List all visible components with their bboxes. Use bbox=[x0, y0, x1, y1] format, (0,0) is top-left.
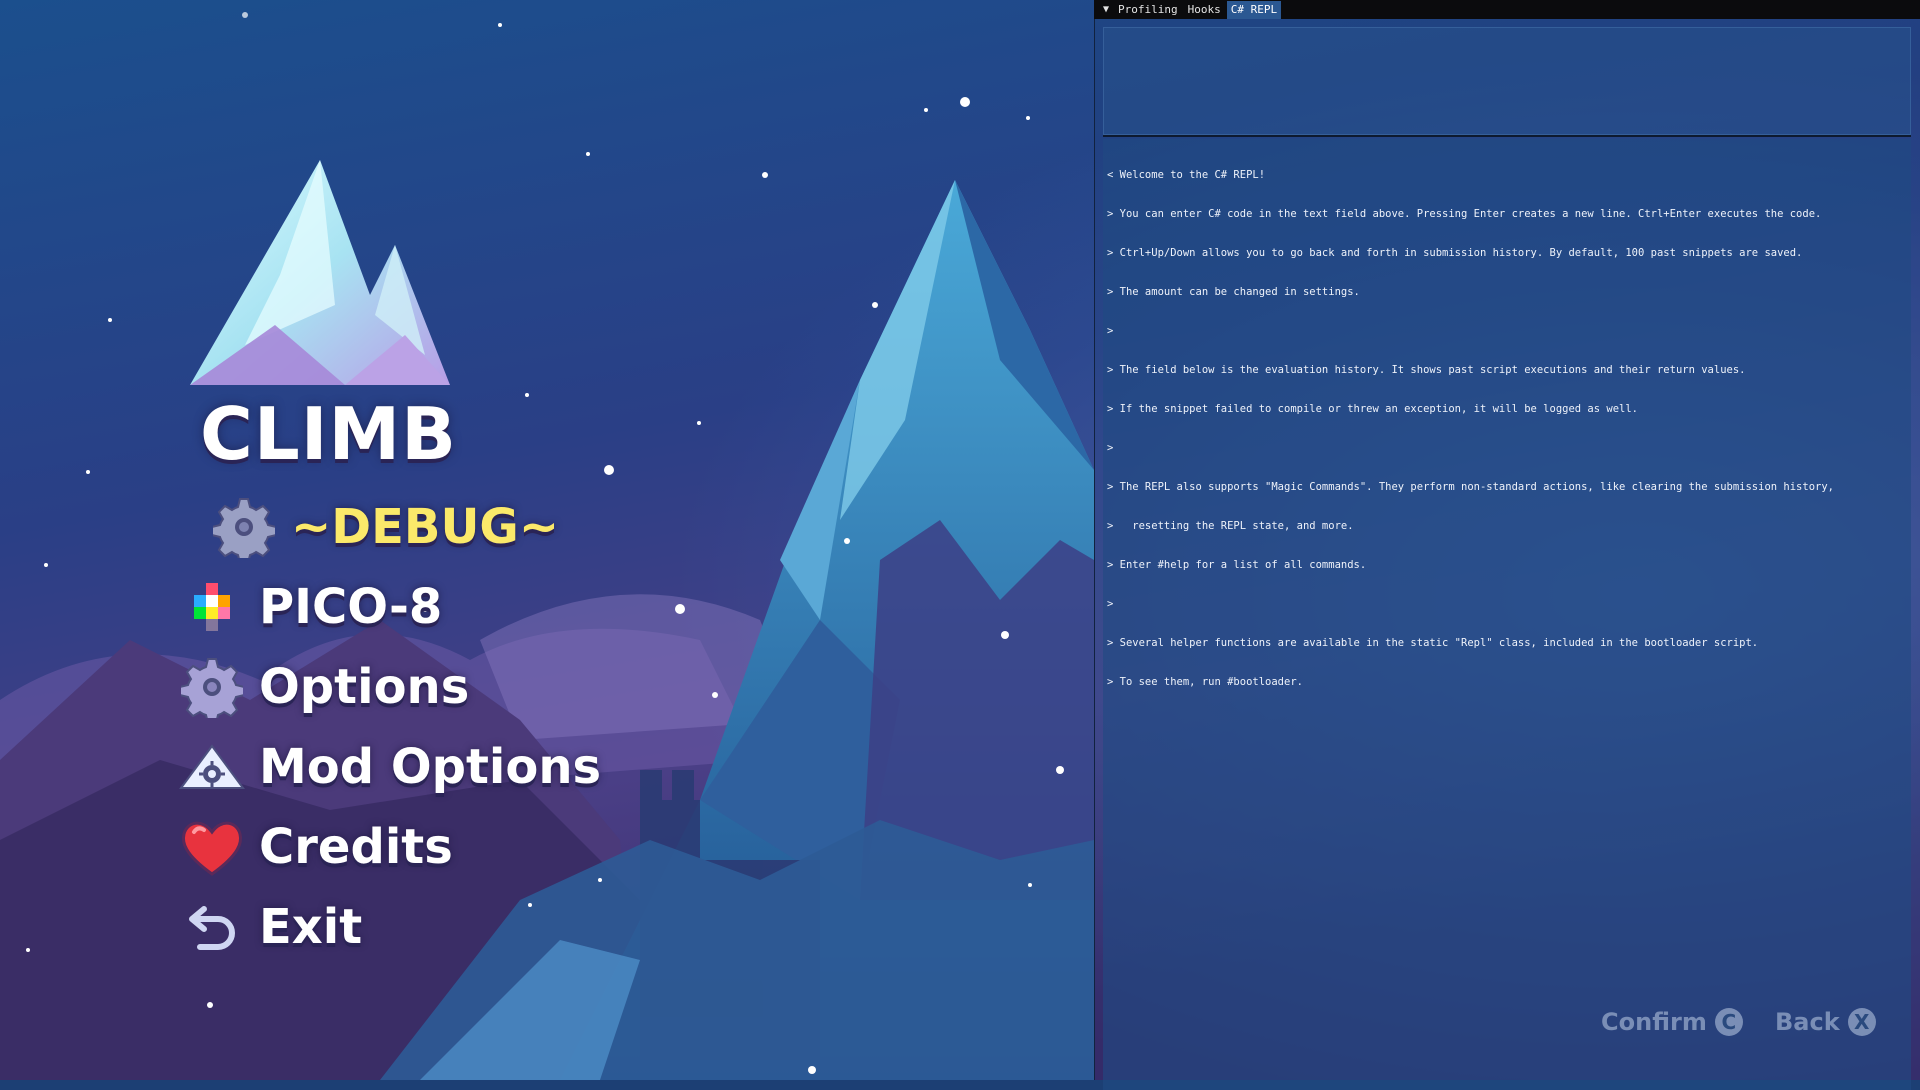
repl-evaluation-history[interactable]: < Welcome to the C# REPL! > You can ente… bbox=[1103, 139, 1911, 1090]
back-key-icon: X bbox=[1847, 1008, 1876, 1036]
menu-item-credits[interactable]: Credits bbox=[177, 812, 453, 882]
history-line: > bbox=[1107, 325, 1114, 337]
menu-item-debug[interactable]: ~DEBUG~ bbox=[209, 492, 559, 562]
history-line: > Ctrl+Up/Down allows you to go back and… bbox=[1107, 247, 1803, 259]
game-title: CLIMB bbox=[200, 392, 458, 476]
heart-icon bbox=[177, 812, 247, 882]
history-line: > If the snippet failed to compile or th… bbox=[1107, 403, 1639, 415]
gear-icon bbox=[209, 492, 279, 562]
menu-item-options[interactable]: Options bbox=[177, 652, 469, 722]
back-label: Back bbox=[1775, 1008, 1840, 1036]
menu-item-label: ~DEBUG~ bbox=[291, 499, 560, 555]
history-line: > The field below is the evaluation hist… bbox=[1107, 364, 1746, 376]
tab-profiling[interactable]: Profiling bbox=[1114, 1, 1182, 19]
mountain-gear-icon bbox=[177, 732, 247, 802]
confirm-prompt[interactable]: Confirm C bbox=[1601, 1008, 1743, 1036]
pico8-icon bbox=[177, 572, 247, 642]
tab-hooks[interactable]: Hooks bbox=[1184, 1, 1225, 19]
history-line: > bbox=[1107, 598, 1114, 610]
history-line: > Several helper functions are available… bbox=[1107, 637, 1759, 649]
menu-item-exit[interactable]: Exit bbox=[177, 892, 362, 962]
debug-tab-bar: ▼ Profiling Hooks C# REPL bbox=[1094, 0, 1920, 19]
repl-panel-body: < Welcome to the C# REPL! > You can ente… bbox=[1094, 19, 1920, 1090]
menu-item-mod-options[interactable]: Mod Options bbox=[177, 732, 601, 802]
menu-item-label: Exit bbox=[259, 899, 363, 955]
history-line: > bbox=[1107, 442, 1114, 454]
confirm-label: Confirm bbox=[1601, 1008, 1707, 1036]
repl-divider[interactable] bbox=[1103, 135, 1911, 137]
debug-panel: ▼ Profiling Hooks C# REPL < Welcome to t… bbox=[1094, 0, 1920, 1090]
history-line: > The amount can be changed in settings. bbox=[1107, 286, 1360, 298]
menu-item-label: PICO-8 bbox=[259, 579, 443, 635]
history-line: > Enter #help for a list of all commands… bbox=[1107, 559, 1367, 571]
history-line: < Welcome to the C# REPL! bbox=[1107, 169, 1266, 181]
confirm-key-icon: C bbox=[1714, 1008, 1743, 1036]
menu-item-label: Credits bbox=[259, 819, 453, 875]
climb-mountain-logo bbox=[190, 160, 450, 385]
repl-code-input[interactable] bbox=[1103, 27, 1911, 135]
history-line: > You can enter C# code in the text fiel… bbox=[1107, 208, 1822, 220]
gear-icon bbox=[177, 652, 247, 722]
history-line: > resetting the REPL state, and more. bbox=[1107, 520, 1354, 532]
menu-item-pico8[interactable]: PICO-8 bbox=[177, 572, 442, 642]
menu-item-label: Mod Options bbox=[259, 739, 602, 795]
back-prompt[interactable]: Back X bbox=[1775, 1008, 1876, 1036]
tab-csharp-repl[interactable]: C# REPL bbox=[1226, 0, 1282, 19]
history-line: > To see them, run #bootloader. bbox=[1107, 676, 1303, 688]
menu-item-label: Options bbox=[259, 659, 470, 715]
back-arrow-icon bbox=[177, 892, 247, 962]
history-line: > The REPL also supports "Magic Commands… bbox=[1107, 481, 1834, 493]
collapse-arrow-icon[interactable]: ▼ bbox=[1098, 4, 1114, 15]
